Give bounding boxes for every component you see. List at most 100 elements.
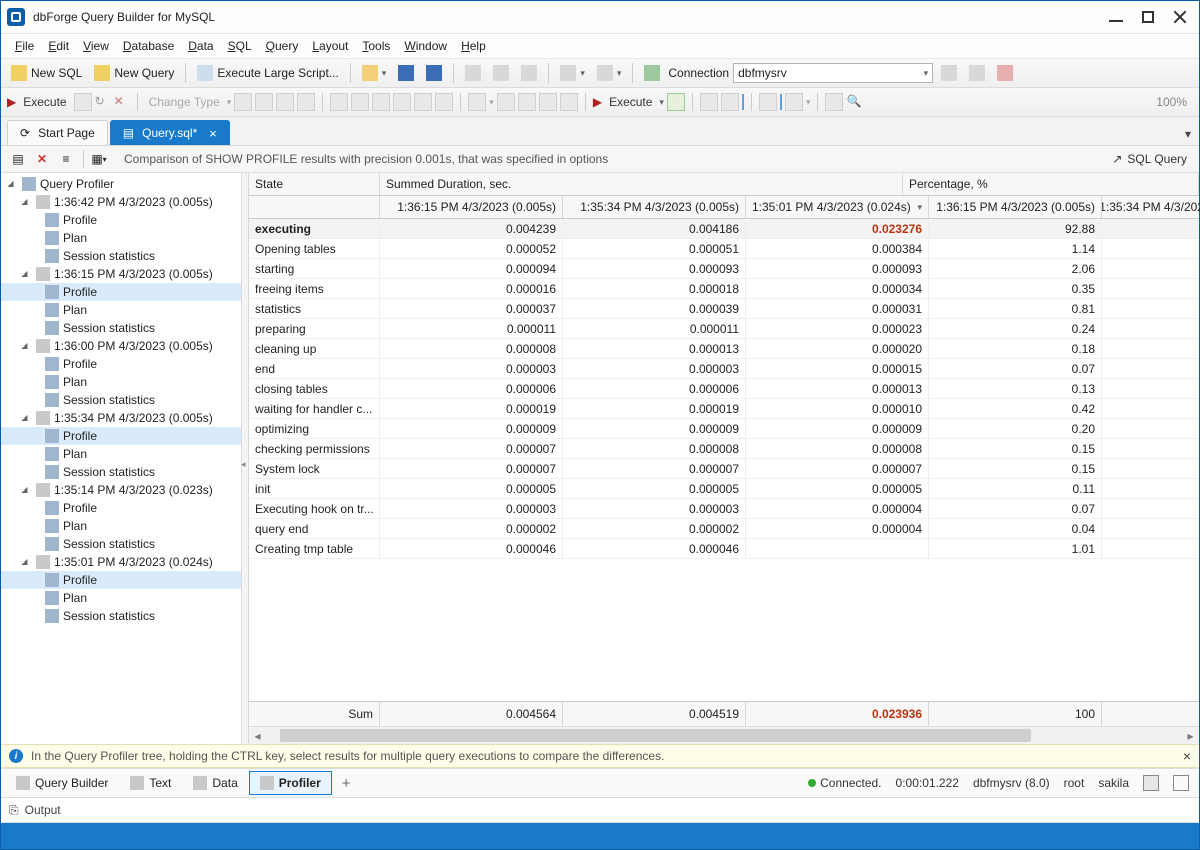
table-row[interactable]: Opening tables0.0000520.0000510.0003841.…: [249, 239, 1199, 259]
copy-icon[interactable]: [489, 63, 513, 83]
table-row[interactable]: executing0.0042390.0041860.02327692.8892…: [249, 219, 1199, 239]
table-row[interactable]: starting0.0000940.0000930.0000932.062.0: [249, 259, 1199, 279]
tree-item[interactable]: Profile: [1, 283, 241, 301]
tree-item[interactable]: 1:35:01 PM 4/3/2023 (0.024s): [1, 553, 241, 571]
img-view-icon[interactable]: [780, 94, 782, 110]
tree-item[interactable]: 1:35:14 PM 4/3/2023 (0.023s): [1, 481, 241, 499]
menu-database[interactable]: Database: [117, 37, 180, 55]
column-header[interactable]: 1:36:15 PM 4/3/2023 (0.005s): [929, 196, 1102, 218]
tree-item[interactable]: Session statistics: [1, 535, 241, 553]
tree-item[interactable]: Profile: [1, 499, 241, 517]
tab-text[interactable]: Text: [119, 771, 182, 795]
tree-item[interactable]: Plan: [1, 445, 241, 463]
tab-start-page[interactable]: ⟳Start Page: [7, 120, 108, 145]
menu-file[interactable]: File: [9, 37, 40, 55]
execute-large-script-button[interactable]: Execute Large Script...: [193, 63, 342, 83]
column-header[interactable]: 1:35:01 PM 4/3/2023 (0.024s)▾: [746, 196, 929, 218]
close-tab-icon[interactable]: ×: [209, 126, 217, 141]
layout-icon-2[interactable]: [1173, 775, 1189, 791]
tree-item[interactable]: Plan: [1, 589, 241, 607]
tree-item[interactable]: Plan: [1, 229, 241, 247]
table-row[interactable]: optimizing0.0000090.0000090.0000090.200.: [249, 419, 1199, 439]
table-row[interactable]: preparing0.0000110.0000110.0000230.240.: [249, 319, 1199, 339]
tree-item[interactable]: Plan: [1, 301, 241, 319]
menu-window[interactable]: Window: [398, 37, 453, 55]
layout-icon-1[interactable]: [1143, 775, 1159, 791]
undo-icon[interactable]: ▾: [556, 63, 589, 83]
delete-icon[interactable]: ✕: [31, 149, 53, 169]
tree-item[interactable]: Profile: [1, 427, 241, 445]
profiler-tree[interactable]: Query Profiler1:36:42 PM 4/3/2023 (0.005…: [1, 173, 242, 744]
conn-action2-icon[interactable]: [965, 63, 989, 83]
conn-action1-icon[interactable]: [937, 63, 961, 83]
table-row[interactable]: closing tables0.0000060.0000060.0000130.…: [249, 379, 1199, 399]
column-header[interactable]: 1:35:34 PM 4/3/2023 (0.005s): [1102, 196, 1200, 218]
execute2-button[interactable]: Execute: [605, 95, 656, 109]
execute-button[interactable]: Execute: [19, 95, 70, 109]
tab-data[interactable]: Data: [182, 771, 248, 795]
menu-tools[interactable]: Tools: [356, 37, 396, 55]
close-button[interactable]: [1173, 10, 1187, 24]
tree-item[interactable]: Session statistics: [1, 607, 241, 625]
new-query-button[interactable]: New Query: [90, 63, 178, 83]
table-row[interactable]: Creating tmp table0.0000460.0000461.011.…: [249, 539, 1199, 559]
list-icon[interactable]: ≡: [55, 149, 77, 169]
open-icon[interactable]: ▾: [358, 63, 391, 83]
horizontal-scrollbar[interactable]: ◂▸: [249, 726, 1199, 744]
tree-item[interactable]: Session statistics: [1, 463, 241, 481]
tree-item[interactable]: 1:35:34 PM 4/3/2023 (0.005s): [1, 409, 241, 427]
tree-item[interactable]: Plan: [1, 373, 241, 391]
paste-icon[interactable]: [517, 63, 541, 83]
tree-item[interactable]: Profile: [1, 571, 241, 589]
table-row[interactable]: end0.0000030.0000030.0000150.070.: [249, 359, 1199, 379]
cut-icon[interactable]: [461, 63, 485, 83]
table-row[interactable]: System lock0.0000070.0000070.0000070.150…: [249, 459, 1199, 479]
table-row[interactable]: checking permissions0.0000070.0000080.00…: [249, 439, 1199, 459]
tree-item[interactable]: Session statistics: [1, 247, 241, 265]
tree-item[interactable]: 1:36:00 PM 4/3/2023 (0.005s): [1, 337, 241, 355]
tip-close-icon[interactable]: ×: [1183, 748, 1191, 764]
maximize-button[interactable]: [1141, 10, 1155, 24]
table-row[interactable]: Executing hook on tr...0.0000030.0000030…: [249, 499, 1199, 519]
change-type-dropdown[interactable]: Change Type: [145, 95, 224, 109]
cancel-icon[interactable]: ✕: [114, 94, 130, 110]
tree-item[interactable]: Profile: [1, 355, 241, 373]
minimize-button[interactable]: [1109, 10, 1123, 24]
conn-remove-icon[interactable]: [993, 63, 1017, 83]
column-header[interactable]: 1:35:34 PM 4/3/2023 (0.005s): [563, 196, 746, 218]
grid-view-icon[interactable]: [742, 94, 744, 110]
add-tab-button[interactable]: +: [332, 775, 361, 792]
tabs-overflow-icon[interactable]: ▾: [1177, 123, 1199, 145]
tree-item[interactable]: 1:36:42 PM 4/3/2023 (0.005s): [1, 193, 241, 211]
panel-resize-handle[interactable]: [242, 173, 249, 744]
menu-data[interactable]: Data: [182, 37, 219, 55]
column-header[interactable]: 1:36:15 PM 4/3/2023 (0.005s): [380, 196, 563, 218]
tree-item[interactable]: Session statistics: [1, 319, 241, 337]
table-row[interactable]: freeing items0.0000160.0000180.0000340.3…: [249, 279, 1199, 299]
tree-item[interactable]: Plan: [1, 517, 241, 535]
menu-edit[interactable]: Edit: [42, 37, 75, 55]
tab-query-builder[interactable]: Query Builder: [5, 771, 119, 795]
tree-item[interactable]: 1:36:15 PM 4/3/2023 (0.005s): [1, 265, 241, 283]
table-row[interactable]: cleaning up0.0000080.0000130.0000200.180…: [249, 339, 1199, 359]
stop-icon[interactable]: [74, 93, 92, 111]
tree-item[interactable]: Query Profiler: [1, 175, 241, 193]
save-icon[interactable]: [394, 63, 418, 83]
tree-item[interactable]: Profile: [1, 211, 241, 229]
refresh-icon[interactable]: ↻: [95, 94, 111, 110]
menu-query[interactable]: Query: [260, 37, 305, 55]
tree-item[interactable]: Session statistics: [1, 391, 241, 409]
menu-layout[interactable]: Layout: [306, 37, 354, 55]
redo-icon[interactable]: ▾: [593, 63, 626, 83]
tab-query[interactable]: ▤Query.sql*×: [110, 120, 230, 145]
table-row[interactable]: init0.0000050.0000050.0000050.110.: [249, 479, 1199, 499]
menu-view[interactable]: View: [77, 37, 115, 55]
zoom-level[interactable]: 100%: [1156, 95, 1193, 109]
connection-dropdown[interactable]: dbfmysrv▾: [733, 63, 933, 83]
menu-help[interactable]: Help: [455, 37, 492, 55]
output-panel-header[interactable]: ⎘ Output: [1, 798, 1199, 823]
tab-profiler[interactable]: Profiler: [249, 771, 332, 795]
filter-icon[interactable]: ▤: [7, 149, 29, 169]
table-row[interactable]: waiting for handler c...0.0000190.000019…: [249, 399, 1199, 419]
settings-icon[interactable]: ▦▾: [88, 149, 110, 169]
